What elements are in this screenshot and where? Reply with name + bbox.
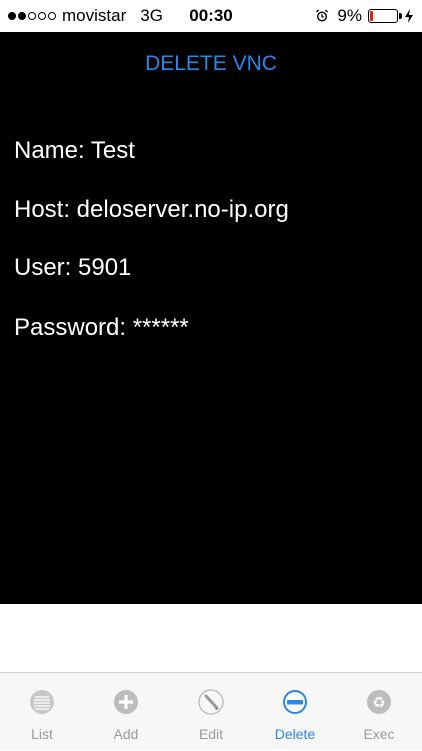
tab-edit[interactable]: Edit: [169, 673, 253, 751]
vnc-name-field: Name: Test: [14, 137, 135, 164]
pencil-icon: [198, 689, 224, 715]
tab-label: Exec: [363, 726, 395, 742]
page-title: DELETE VNC: [145, 52, 277, 75]
svg-text:♻: ♻: [372, 694, 385, 712]
vnc-user-field: User: 5901: [14, 254, 132, 281]
recycle-icon: ♻: [367, 690, 391, 714]
vnc-host-field: Host: deloserver.no-ip.org: [14, 196, 289, 223]
battery-icon: [368, 9, 402, 23]
vnc-detail-panel: DELETE VNC Name: Test Host: deloserver.n…: [0, 32, 422, 604]
tab-exec[interactable]: ♻ Exec: [337, 673, 421, 751]
list-icon: [30, 690, 54, 714]
charging-bolt-icon: [405, 9, 413, 23]
vnc-password-field: Password: ******: [14, 314, 189, 341]
alarm-clock-icon: [316, 9, 329, 22]
battery-percent: 9%: [337, 6, 362, 25]
tab-label: List: [31, 726, 53, 742]
tab-label: Edit: [198, 726, 224, 742]
status-right: 9%: [315, 6, 414, 26]
tab-delete[interactable]: Delete: [253, 673, 337, 751]
tab-label: Add: [113, 726, 139, 742]
tab-label: Delete: [274, 726, 316, 742]
tab-add[interactable]: Add: [84, 673, 168, 751]
battery-nub: [399, 13, 402, 19]
tab-bar: List Add Edit Delete ♻ Exec: [0, 672, 422, 750]
tab-list[interactable]: List: [0, 673, 84, 751]
battery-fill: [370, 11, 373, 21]
minus-icon: [283, 690, 307, 714]
status-bar: movistar 3G 00:30 9%: [0, 0, 422, 32]
plus-icon: [114, 690, 138, 714]
